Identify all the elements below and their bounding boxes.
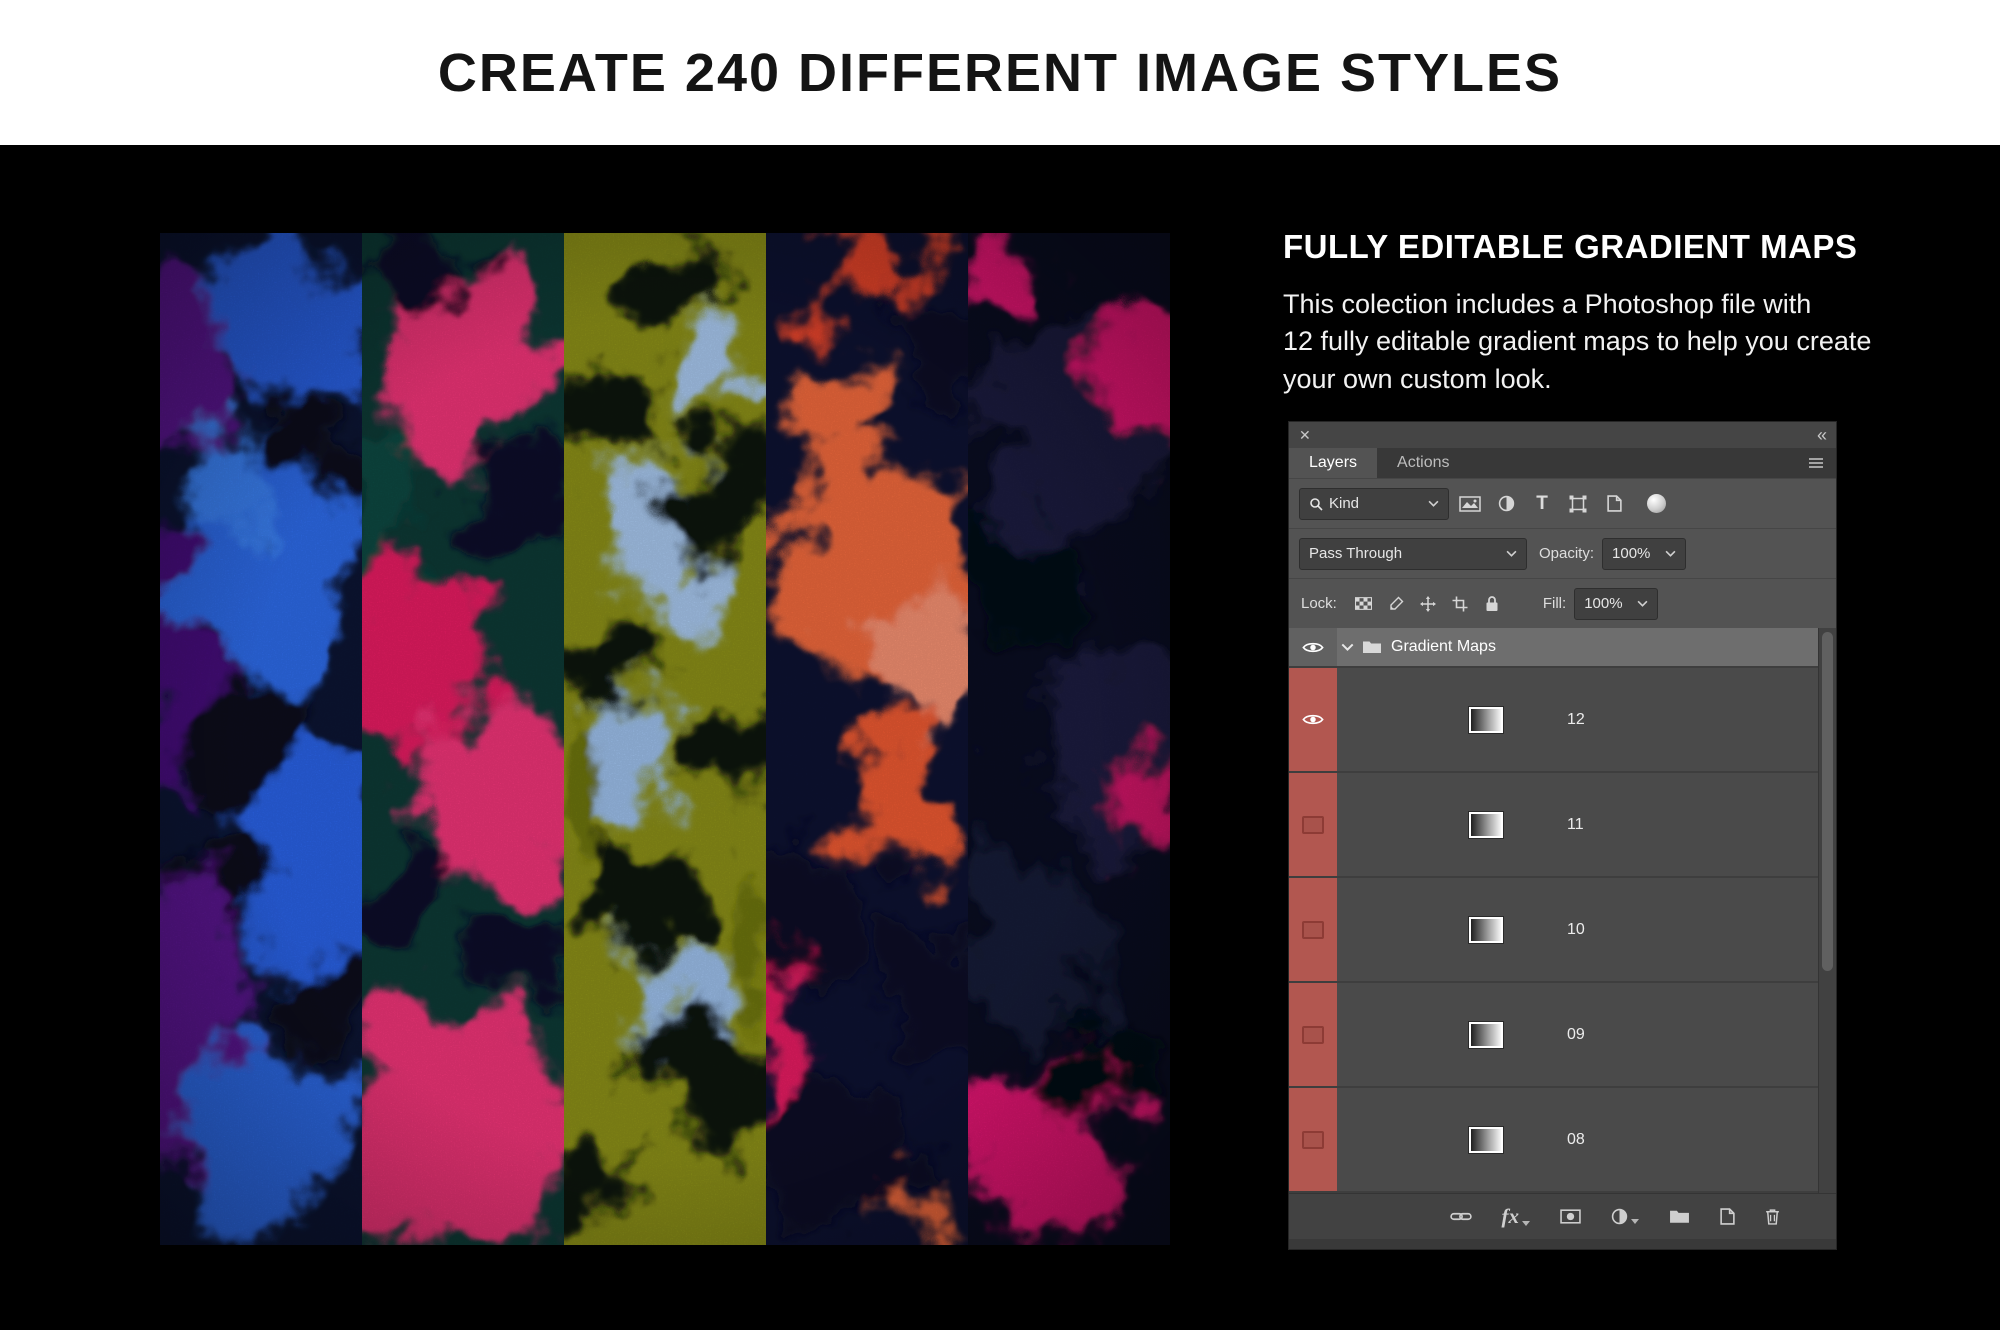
close-icon[interactable]: ✕: [1299, 427, 1311, 444]
panel-toolbar: fx: [1289, 1193, 1836, 1239]
filter-adjustment-layers-icon[interactable]: [1491, 489, 1521, 519]
lock-all-icon[interactable]: [1479, 591, 1505, 617]
kind-filter-value: Kind: [1329, 495, 1420, 512]
visibility-toggle[interactable]: [1289, 1088, 1337, 1191]
chevron-down-icon: [1665, 550, 1676, 557]
gradient-map-thumbnail[interactable]: [1469, 812, 1503, 838]
opacity-label: Opacity:: [1539, 545, 1594, 562]
info-heading: FULLY EDITABLE GRADIENT MAPS: [1283, 228, 1893, 266]
lock-label: Lock:: [1301, 595, 1337, 612]
filter-type-layers-icon[interactable]: T: [1527, 489, 1557, 519]
panel-tabbar: Layers Actions: [1289, 448, 1836, 478]
fill-value: 100%: [1584, 595, 1629, 612]
banner-title: CREATE 240 DIFFERENT IMAGE STYLES: [438, 42, 1562, 104]
info-body-line: 12 fully editable gradient maps to help …: [1283, 323, 1893, 360]
blend-mode-value: Pass Through: [1309, 545, 1498, 562]
kind-filter-dropdown[interactable]: Kind: [1299, 488, 1449, 520]
layer-group-row[interactable]: Gradient Maps: [1289, 628, 1836, 668]
opacity-dropdown[interactable]: 100%: [1602, 538, 1686, 570]
group-expander-chevron-icon[interactable]: [1341, 643, 1354, 651]
lock-position-icon[interactable]: [1415, 591, 1441, 617]
panel-menu-icon[interactable]: [1808, 448, 1836, 478]
collapse-panel-icon[interactable]: «: [1817, 425, 1826, 446]
info-section: FULLY EDITABLE GRADIENT MAPS This colect…: [1283, 228, 1893, 398]
layer-row[interactable]: 10: [1289, 878, 1836, 983]
layer-row[interactable]: 11: [1289, 773, 1836, 878]
layer-name: 12: [1567, 711, 1585, 729]
eye-icon: [1302, 712, 1324, 727]
filter-row: Kind T: [1289, 478, 1836, 528]
opacity-value: 100%: [1612, 545, 1657, 562]
blend-mode-dropdown[interactable]: Pass Through: [1299, 538, 1527, 570]
lock-row: Lock: Fill: 100%: [1289, 578, 1836, 628]
fill-dropdown[interactable]: 100%: [1574, 588, 1658, 620]
fill-label: Fill:: [1543, 595, 1566, 612]
chevron-down-icon: [1506, 550, 1517, 557]
caret-icon: [1522, 1221, 1530, 1226]
new-adjustment-layer-icon[interactable]: [1611, 1208, 1639, 1225]
layer-name: 10: [1567, 921, 1585, 939]
visibility-toggle[interactable]: [1289, 983, 1337, 1086]
tab-layers[interactable]: Layers: [1289, 448, 1377, 478]
chevron-down-icon: [1637, 600, 1648, 607]
delete-layer-icon[interactable]: [1765, 1208, 1780, 1225]
layers-panel: ✕ « Layers Actions Kind T Pass: [1288, 421, 1837, 1250]
layer-name: 09: [1567, 1026, 1585, 1044]
visibility-toggle[interactable]: [1289, 878, 1337, 981]
filter-smart-objects-icon[interactable]: [1599, 489, 1629, 519]
banner: CREATE 240 DIFFERENT IMAGE STYLES: [0, 0, 2000, 145]
layer-row[interactable]: 08: [1289, 1088, 1836, 1193]
panel-footer: [1289, 1239, 1836, 1249]
folder-icon: [1362, 640, 1382, 654]
hidden-eye-well: [1302, 1131, 1324, 1149]
info-body-line: This colection includes a Photoshop file…: [1283, 286, 1893, 323]
scrollbar-thumb[interactable]: [1822, 632, 1833, 971]
gradient-map-thumbnail[interactable]: [1469, 1022, 1503, 1048]
search-icon: [1309, 497, 1323, 511]
panel-header: ✕ «: [1289, 422, 1836, 448]
hidden-eye-well: [1302, 921, 1324, 939]
visibility-toggle[interactable]: [1289, 773, 1337, 876]
new-group-icon[interactable]: [1669, 1209, 1690, 1224]
scrollbar[interactable]: [1818, 628, 1836, 1193]
page: CREATE 240 DIFFERENT IMAGE STYLES: [0, 0, 2000, 1330]
group-visibility-toggle[interactable]: [1289, 628, 1337, 666]
layer-row[interactable]: 09: [1289, 983, 1836, 1088]
tab-actions[interactable]: Actions: [1377, 448, 1469, 478]
lock-artboard-icon[interactable]: [1447, 591, 1473, 617]
caret-icon: [1631, 1219, 1639, 1224]
link-layers-icon[interactable]: [1450, 1211, 1472, 1222]
gradient-map-thumbnail[interactable]: [1469, 917, 1503, 943]
visibility-toggle[interactable]: [1289, 668, 1337, 771]
add-layer-mask-icon[interactable]: [1560, 1209, 1581, 1224]
layer-effects-icon[interactable]: fx: [1502, 1206, 1531, 1227]
layer-row[interactable]: 12: [1289, 668, 1836, 773]
artwork-preview: [160, 233, 1170, 1245]
group-name: Gradient Maps: [1391, 638, 1496, 656]
layer-name: 08: [1567, 1131, 1585, 1149]
gradient-map-thumbnail[interactable]: [1469, 1127, 1503, 1153]
filtering-toggle-icon[interactable]: [1647, 494, 1666, 513]
new-layer-icon[interactable]: [1720, 1208, 1735, 1225]
hidden-eye-well: [1302, 816, 1324, 834]
lock-image-pixels-icon[interactable]: [1383, 591, 1409, 617]
layer-name: 11: [1567, 816, 1584, 834]
eye-icon: [1302, 640, 1324, 655]
info-body-line: your own custom look.: [1283, 361, 1893, 398]
hidden-eye-well: [1302, 1026, 1324, 1044]
filter-pixel-layers-icon[interactable]: [1455, 489, 1485, 519]
blend-row: Pass Through Opacity: 100%: [1289, 528, 1836, 578]
chevron-down-icon: [1428, 500, 1439, 507]
filter-shape-layers-icon[interactable]: [1563, 489, 1593, 519]
info-body: This colection includes a Photoshop file…: [1283, 286, 1893, 398]
gradient-map-thumbnail[interactable]: [1469, 707, 1503, 733]
lock-transparent-pixels-icon[interactable]: [1351, 591, 1377, 617]
layers-list: Gradient Maps 12 11 10: [1289, 628, 1836, 1193]
